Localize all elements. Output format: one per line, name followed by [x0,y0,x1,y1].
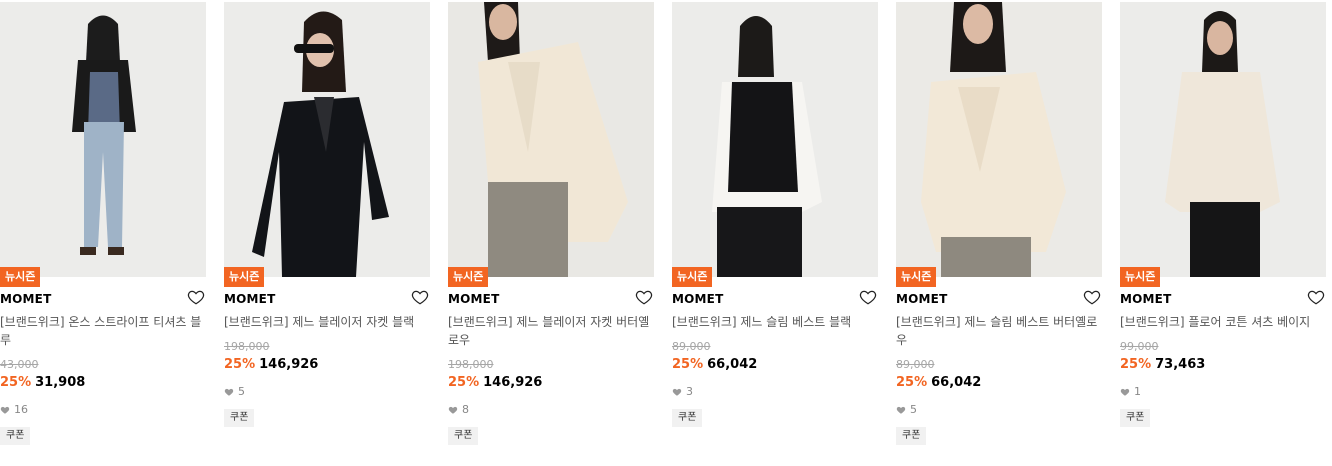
sale-price: 66,042 [931,375,982,390]
sale-price: 146,926 [259,357,319,372]
brand-name[interactable]: MOMET [0,292,51,306]
coupon-badge: 쿠폰 [896,427,927,445]
coupon-badge: 쿠폰 [448,427,479,445]
like-count: 5 [224,385,245,399]
brand-name[interactable]: MOMET [224,292,275,306]
product-image[interactable] [0,2,206,277]
product-title[interactable]: [브랜드위크] 제느 블레이저 자켓 버터옐로우 [448,313,654,349]
like-count: 8 [448,403,469,417]
product-image[interactable] [448,2,654,277]
original-price: 43,000 [0,358,39,371]
new-season-badge: 뉴시즌 [1120,267,1161,287]
coupon-badge: 쿠폰 [224,409,255,427]
like-count-value: 16 [14,403,28,416]
new-season-badge: 뉴시즌 [672,267,713,287]
heart-icon[interactable] [859,288,877,306]
like-count: 3 [672,385,693,399]
brand-name[interactable]: MOMET [896,292,947,306]
sale-price: 73,463 [1155,357,1206,372]
original-price: 99,000 [1120,340,1159,353]
original-price: 198,000 [448,358,494,371]
original-price: 89,000 [672,340,711,353]
discount-rate: 25% [1120,357,1152,372]
sale-price: 146,926 [483,375,543,390]
new-season-badge: 뉴시즌 [224,267,265,287]
heart-filled-icon [896,406,906,414]
heart-filled-icon [0,406,10,414]
like-count-value: 1 [1134,385,1141,398]
like-count-value: 5 [238,385,245,398]
product-title[interactable]: [브랜드위크] 제느 슬림 베스트 버터옐로우 [896,313,1102,349]
discount-rate: 25% [224,357,256,372]
original-price: 198,000 [224,340,270,353]
brand-name[interactable]: MOMET [672,292,723,306]
product-title[interactable]: [브랜드위크] 제느 슬림 베스트 블랙 [672,313,878,331]
discount-rate: 25% [896,375,928,390]
product-title[interactable]: [브랜드위크] 플로어 코튼 셔츠 베이지 [1120,313,1326,331]
sale-price: 31,908 [35,375,86,390]
heart-icon[interactable] [187,288,205,306]
price-row: 25% 66,042 [896,374,981,392]
price-row: 25% 146,926 [224,356,318,374]
price-row: 25% 146,926 [448,374,542,392]
heart-icon[interactable] [635,288,653,306]
discount-rate: 25% [448,375,480,390]
heart-icon[interactable] [411,288,429,306]
product-title[interactable]: [브랜드위크] 제느 블레이저 자켓 블랙 [224,313,430,331]
coupon-badge: 쿠폰 [672,409,703,427]
like-count: 5 [896,403,917,417]
brand-name[interactable]: MOMET [448,292,499,306]
price-row: 25% 73,463 [1120,356,1205,374]
sale-price: 66,042 [707,357,758,372]
like-count: 1 [1120,385,1141,399]
price-row: 25% 66,042 [672,356,757,374]
like-count-value: 8 [462,403,469,416]
product-image[interactable] [896,2,1102,277]
product-image[interactable] [672,2,878,277]
heart-filled-icon [1120,388,1130,396]
product-image[interactable] [224,2,430,277]
product-title[interactable]: [브랜드위크] 온스 스트라이프 티셔츠 블루 [0,313,206,349]
discount-rate: 25% [672,357,704,372]
coupon-badge: 쿠폰 [1120,409,1151,427]
coupon-badge: 쿠폰 [0,427,31,445]
original-price: 89,000 [896,358,935,371]
price-row: 25% 31,908 [0,374,85,392]
heart-icon[interactable] [1083,288,1101,306]
new-season-badge: 뉴시즌 [448,267,489,287]
heart-icon[interactable] [1307,288,1325,306]
new-season-badge: 뉴시즌 [0,267,41,287]
heart-filled-icon [448,406,458,414]
heart-filled-icon [224,388,234,396]
brand-name[interactable]: MOMET [1120,292,1171,306]
like-count-value: 5 [910,403,917,416]
like-count: 16 [0,403,28,417]
like-count-value: 3 [686,385,693,398]
discount-rate: 25% [0,375,32,390]
heart-filled-icon [672,388,682,396]
product-image[interactable] [1120,2,1326,277]
new-season-badge: 뉴시즌 [896,267,937,287]
